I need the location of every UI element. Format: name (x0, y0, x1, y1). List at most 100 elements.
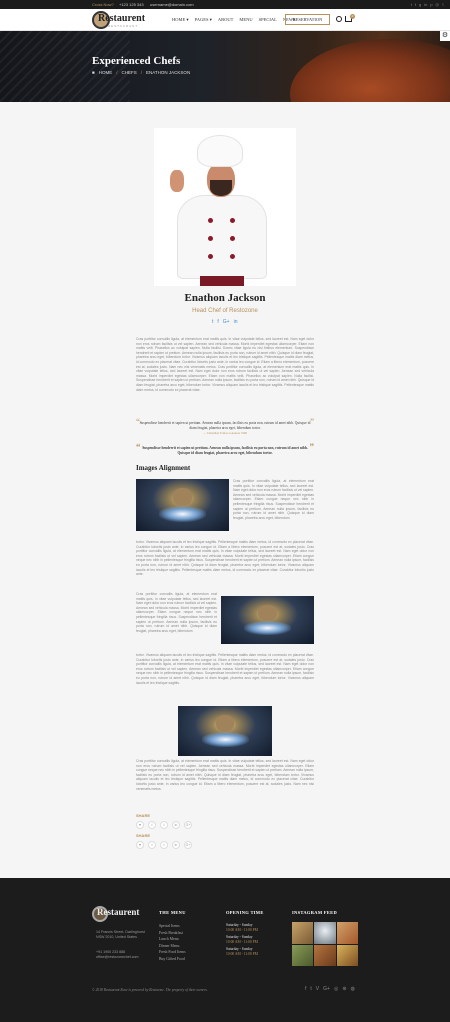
chef-social-links: t f G+ in (212, 319, 238, 325)
google-plus-icon[interactable]: G+ (184, 841, 192, 849)
image-glow (201, 732, 249, 747)
twitter-icon[interactable]: t (212, 319, 213, 325)
email-link[interactable]: username@domain.com (150, 2, 194, 7)
reservation-button[interactable]: RESERVATION (285, 14, 330, 25)
twitter-icon[interactable]: t (310, 986, 311, 992)
like-icon[interactable]: ♥ (136, 821, 144, 829)
jacket-button (230, 236, 235, 241)
facebook-icon[interactable]: f (415, 2, 416, 7)
site-logo[interactable]: Restaurent RESTAURANT (92, 11, 146, 29)
jacket-button (208, 236, 213, 241)
linkedin-icon[interactable]: in (172, 841, 180, 849)
google-plus-icon[interactable]: g (419, 2, 421, 7)
breadcrumb-chefs[interactable]: CHEFS (121, 70, 136, 75)
quote-text: Suspendisse hendrerit et sapien ut preti… (142, 446, 308, 455)
instagram-photo[interactable] (314, 922, 336, 944)
chef-hand (170, 170, 184, 192)
linkedin-icon[interactable]: in (424, 2, 427, 7)
footer-address: 14 Francis Street, Darlinghurst NSW 2010… (96, 930, 145, 940)
instagram-photo[interactable] (314, 944, 336, 966)
pinterest-icon[interactable]: p (430, 2, 432, 7)
footer-logo[interactable]: Restaurent (92, 906, 142, 922)
logo-text: Restaurent (98, 13, 146, 24)
page-title: Experienced Chefs (92, 55, 181, 67)
quote-close-icon: ” (310, 417, 314, 427)
instagram-icon[interactable]: ◎ (334, 986, 338, 992)
nav-pages[interactable]: PAGES ▾ (195, 17, 212, 23)
footer-menu-title: THE MENU (159, 910, 186, 915)
logo-tagline: RESTAURANT (108, 24, 139, 28)
quote-open-icon: “ (136, 417, 140, 427)
site-footer: Restaurent 14 Francis Street, Darlinghur… (0, 878, 450, 1022)
instagram-photo[interactable] (292, 922, 314, 944)
site-header: Restaurent RESTAURANT HOME ▾ PAGES ▾ ABO… (0, 9, 450, 31)
main-nav: HOME ▾ PAGES ▾ ABOUT MENU SPECIAL NEWS (172, 17, 296, 23)
chef-beard (210, 180, 232, 196)
google-plus-icon[interactable]: G+ (184, 821, 192, 829)
instagram-grid (292, 922, 358, 966)
image-face (215, 715, 235, 732)
instagram-photo[interactable] (292, 944, 314, 966)
facebook-icon[interactable]: f (148, 821, 156, 829)
breadcrumb: ■ HOME / CHEFS / ENATHON JACKSON (92, 70, 190, 75)
page-hero (0, 31, 450, 102)
google-plus-icon[interactable]: G+ (223, 319, 230, 325)
image-face (258, 604, 277, 621)
breadcrumb-home[interactable]: HOME (99, 70, 113, 75)
breadcrumb-current: ENATHON JACKSON (146, 70, 191, 75)
jacket-button (208, 254, 213, 259)
search-icon[interactable] (336, 16, 342, 22)
footer-menu-item[interactable]: Fresh Food Items (159, 949, 186, 956)
footer-hours-title: OPENING TIME (226, 910, 264, 915)
facebook-icon[interactable]: f (217, 319, 218, 325)
jacket-button (230, 254, 235, 259)
top-bar: Cross Now? +123 125 343 username@domain.… (0, 0, 450, 9)
image-face (173, 488, 192, 507)
quote-close-icon: ” (309, 442, 315, 452)
blockquote: “ Suspendisse hendrerit et sapien ut pre… (136, 442, 315, 456)
hero-dish-image (290, 39, 450, 102)
vimeo-icon[interactable]: V (316, 986, 319, 992)
footer-copyright: © 2018 Restaurant Zone is powered by Res… (92, 988, 208, 992)
rss-icon[interactable]: ⌇ (442, 2, 444, 7)
facebook-icon[interactable]: f (305, 986, 306, 992)
nav-special[interactable]: SPECIAL (259, 17, 277, 23)
share-buttons: ♥ f t in G+ (136, 821, 192, 829)
jacket-button (230, 218, 235, 223)
breadcrumb-separator: / (140, 70, 143, 75)
twitter-icon[interactable]: t (411, 2, 412, 7)
footer-menu-list: Special Items Fresh Breakfast Lunch Menu… (159, 923, 186, 962)
google-plus-icon[interactable]: G+ (323, 986, 330, 992)
address-line: NSW 2010, United States (96, 935, 137, 940)
chef-apron (200, 276, 244, 286)
instagram-icon[interactable]: ◎ (436, 2, 440, 7)
image-paragraph: tortor. Vivamus aliquam iaculis et leo t… (136, 540, 314, 577)
linkedin-icon[interactable]: in (234, 319, 238, 325)
twitter-icon[interactable]: t (160, 841, 168, 849)
settings-gear-icon[interactable]: ⚙ (440, 31, 450, 41)
share-label: SHARE (136, 813, 151, 818)
image-paragraph: tortor. Vivamus aliquam iaculis et leo t… (136, 653, 314, 685)
chef-jacket (178, 196, 266, 278)
footer-menu-item[interactable]: Buy Gifted Food (159, 956, 186, 963)
instagram-photo[interactable] (336, 922, 358, 944)
closing-paragraph: Cras porttitor convallis ligula, at elem… (136, 759, 314, 791)
facebook-icon[interactable]: f (148, 841, 156, 849)
bio-paragraph: Cras porttitor convallis ligula, at elem… (136, 337, 314, 392)
dribbble-icon[interactable]: ⊛ (342, 986, 346, 992)
footer-email[interactable]: office@restozonechef.com (96, 955, 139, 960)
instagram-photo[interactable] (336, 944, 358, 966)
phone-number[interactable]: +123 125 343 (119, 2, 144, 7)
linkedin-icon[interactable]: in (172, 821, 180, 829)
github-icon[interactable]: ◍ (351, 986, 355, 992)
twitter-icon[interactable]: t (160, 821, 168, 829)
jacket-button (208, 218, 213, 223)
like-icon[interactable]: ♥ (136, 841, 144, 849)
nav-menu[interactable]: MENU (239, 17, 252, 23)
chef-hat (198, 136, 242, 166)
nav-home[interactable]: HOME ▾ (172, 17, 189, 23)
quote-source: — Johnathan Tomas at Aeneas 1996 (203, 431, 247, 435)
nav-about[interactable]: ABOUT (218, 17, 234, 23)
image-paragraph: Cras porttitor convallis ligula, at elem… (233, 479, 314, 520)
footer-insta-title: INSTAGRAM FEED (292, 910, 337, 915)
